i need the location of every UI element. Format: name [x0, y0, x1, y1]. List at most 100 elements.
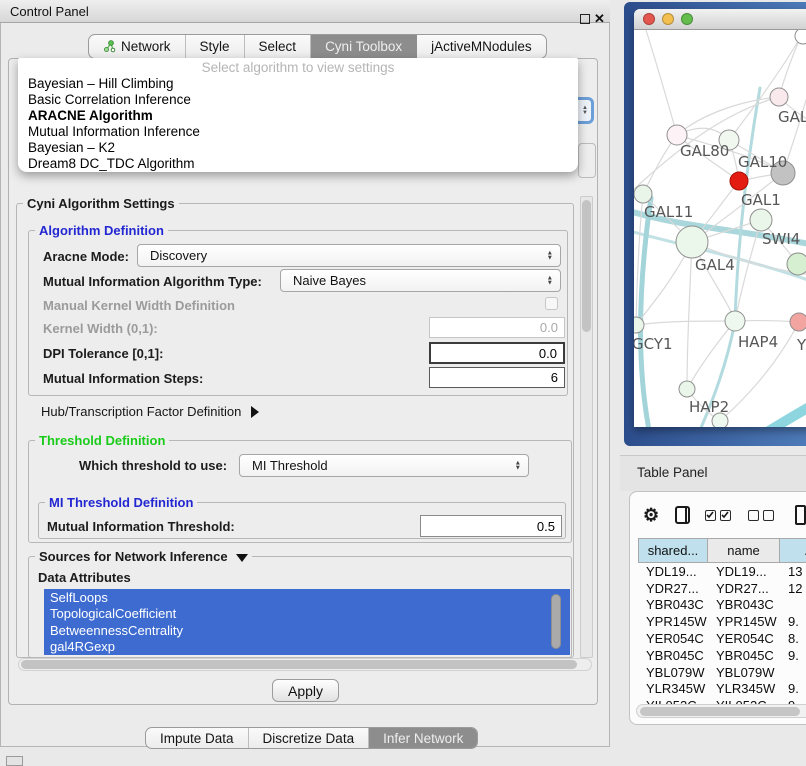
table-cell: YER054C [708, 630, 780, 647]
network-node[interactable] [750, 209, 772, 231]
which-threshold-value: MI Threshold [252, 458, 328, 473]
table-row[interactable]: YDL19...YDL19...13 [638, 563, 806, 580]
table-row[interactable]: YBL079WYBL079W [638, 664, 806, 681]
stepper-arrows-icon: ▲▼ [547, 250, 553, 261]
network-node[interactable] [787, 253, 806, 275]
aracne-mode-label: Aracne Mode: [43, 249, 129, 264]
dpi-tolerance-field[interactable]: 0.0 [429, 342, 565, 364]
tab-label: Discretize Data [263, 731, 355, 746]
settings-vertical-scrollbar-thumb[interactable] [582, 200, 591, 332]
algorithm-option[interactable]: Bayesian – K2 [18, 139, 578, 155]
cyni-bottom-tabbar: Impute Data Discretize Data Infer Network [145, 727, 478, 749]
data-attribute-item[interactable]: BetweennessCentrality [44, 622, 570, 639]
stepper-arrows-icon: ▲▼ [515, 460, 521, 471]
table-row[interactable]: YDR27...YDR27...12 [638, 580, 806, 597]
network-node[interactable] [679, 381, 695, 397]
data-attribute-item[interactable]: gal4RGexp [44, 639, 570, 656]
table-cell: YBR043C [638, 597, 708, 614]
table-row[interactable]: YBR043CYBR043C [638, 597, 806, 614]
float-window-icon[interactable] [580, 14, 590, 24]
network-node[interactable] [730, 172, 748, 190]
manual-kernel-label: Manual Kernel Width Definition [43, 298, 235, 313]
column-header[interactable]: A [780, 538, 806, 563]
deselect-all-icon[interactable] [748, 510, 778, 521]
floating-mini-window[interactable] [6, 756, 23, 766]
tab-infer-network[interactable]: Infer Network [369, 728, 477, 748]
table-toolbar: ⚙ [643, 501, 806, 529]
close-icon[interactable]: ✕ [594, 11, 608, 27]
which-threshold-select[interactable]: MI Threshold ▲▼ [239, 454, 529, 477]
close-traffic-light-icon[interactable] [643, 13, 655, 25]
algorithm-option[interactable]: Mutual Information Inference [18, 123, 578, 139]
dpi-tolerance-label: DPI Tolerance [0,1]: [43, 346, 163, 361]
table-cell: 9. [780, 647, 806, 664]
mi-steps-label: Mutual Information Steps: [43, 371, 203, 386]
table-cell: YBL079W [708, 664, 780, 681]
algorithm-dropdown: Select algorithm to view settings Bayesi… [18, 58, 578, 172]
split-view-icon[interactable] [675, 506, 690, 524]
column-header[interactable]: name [708, 538, 780, 563]
screen: { "control_panel": { "title": "Control P… [0, 0, 806, 762]
apply-button[interactable]: Apply [272, 679, 339, 702]
kernel-width-field[interactable]: 0.0 [429, 317, 565, 338]
tab-jactivemnodules[interactable]: jActiveMNodules [417, 35, 546, 58]
attributes-list-scrollbar-thumb[interactable] [551, 594, 561, 649]
tab-network[interactable]: Network [89, 35, 186, 58]
data-attribute-item[interactable]: SelfLoops [44, 589, 570, 606]
algorithm-option[interactable]: Bayesian – Hill Climbing [18, 75, 578, 91]
network-icon [103, 40, 116, 53]
algorithm-option[interactable]: ARACNE Algorithm [18, 107, 578, 123]
control-panel-tabbar: NetworkStyle Select Cyni ToolboxjActiveMNo… [88, 34, 547, 59]
control-panel-titlebar[interactable]: Control Panel [0, 0, 610, 23]
data-attribute-item[interactable]: TopologicalCoefficient [44, 606, 570, 623]
table-cell: YER054C [638, 630, 708, 647]
mi-steps-field[interactable]: 6 [429, 367, 565, 388]
network-node[interactable] [795, 30, 806, 44]
mi-type-value: Naive Bayes [293, 273, 366, 288]
manual-kernel-checkbox[interactable] [545, 297, 558, 310]
table-row[interactable]: YER054CYER054C8. [638, 630, 806, 647]
column-header[interactable]: shared... [638, 538, 708, 563]
tab-impute-data[interactable]: Impute Data [146, 728, 249, 748]
algorithm-option[interactable]: Basic Correlation Inference [18, 91, 578, 107]
network-node[interactable] [770, 88, 788, 106]
table-cell: YPR145W [708, 613, 780, 630]
network-node[interactable] [676, 226, 708, 258]
tab-select[interactable]: Select [245, 35, 312, 58]
minimize-traffic-light-icon[interactable] [662, 13, 674, 25]
tab-label: Select [259, 39, 297, 54]
network-node[interactable] [725, 311, 745, 331]
zoom-traffic-light-icon[interactable] [681, 13, 693, 25]
tab-style[interactable]: Style [186, 35, 245, 58]
group-title-sources[interactable]: Sources for Network Inference [35, 549, 252, 564]
hub-definition-label: Hub/Transcription Factor Definition [41, 404, 241, 419]
algorithm-option[interactable]: Dream8 DC_TDC Algorithm [18, 155, 578, 171]
aracne-mode-select[interactable]: Discovery ▲▼ [137, 244, 561, 267]
table-row[interactable]: YBR045CYBR045C9. [638, 647, 806, 664]
network-node[interactable] [634, 185, 652, 203]
hub-definition-expander[interactable]: Hub/Transcription Factor Definition [41, 404, 259, 419]
network-window-titlebar[interactable] [634, 9, 806, 30]
document-icon[interactable] [795, 505, 806, 525]
network-node[interactable] [790, 313, 806, 331]
tab-discretize-data[interactable]: Discretize Data [249, 728, 370, 748]
tab-cyni-toolbox[interactable]: Cyni Toolbox [311, 35, 417, 58]
table-cell: YLR345W [708, 681, 780, 698]
table-cell [780, 664, 806, 681]
network-node-label: GAL80 [680, 142, 729, 160]
gear-icon[interactable]: ⚙ [643, 505, 659, 526]
table-row[interactable]: YLR345WYLR345W9. [638, 681, 806, 698]
network-canvas[interactable]: GALGAL80GAL10GAL1GAL11SWI4GAL4GCY1HAP4YH… [634, 30, 806, 427]
table-row[interactable]: YPR145WYPR145W9. [638, 613, 806, 630]
mi-type-select[interactable]: Naive Bayes ▲▼ [280, 269, 561, 292]
settings-horizontal-scrollbar-thumb[interactable] [21, 660, 577, 669]
select-all-icon[interactable] [705, 510, 735, 521]
table-horizontal-scrollbar-thumb[interactable] [640, 707, 800, 716]
data-attributes-label: Data Attributes [38, 570, 131, 585]
algorithm-dropdown-items: Bayesian – Hill ClimbingBasic Correlatio… [18, 75, 578, 171]
network-node-label: SWI4 [762, 230, 800, 248]
table-cell [780, 597, 806, 614]
table-cell: YDL19... [638, 563, 708, 580]
expander-down-arrow-icon [236, 554, 248, 562]
mi-threshold-field[interactable]: 0.5 [420, 515, 562, 537]
